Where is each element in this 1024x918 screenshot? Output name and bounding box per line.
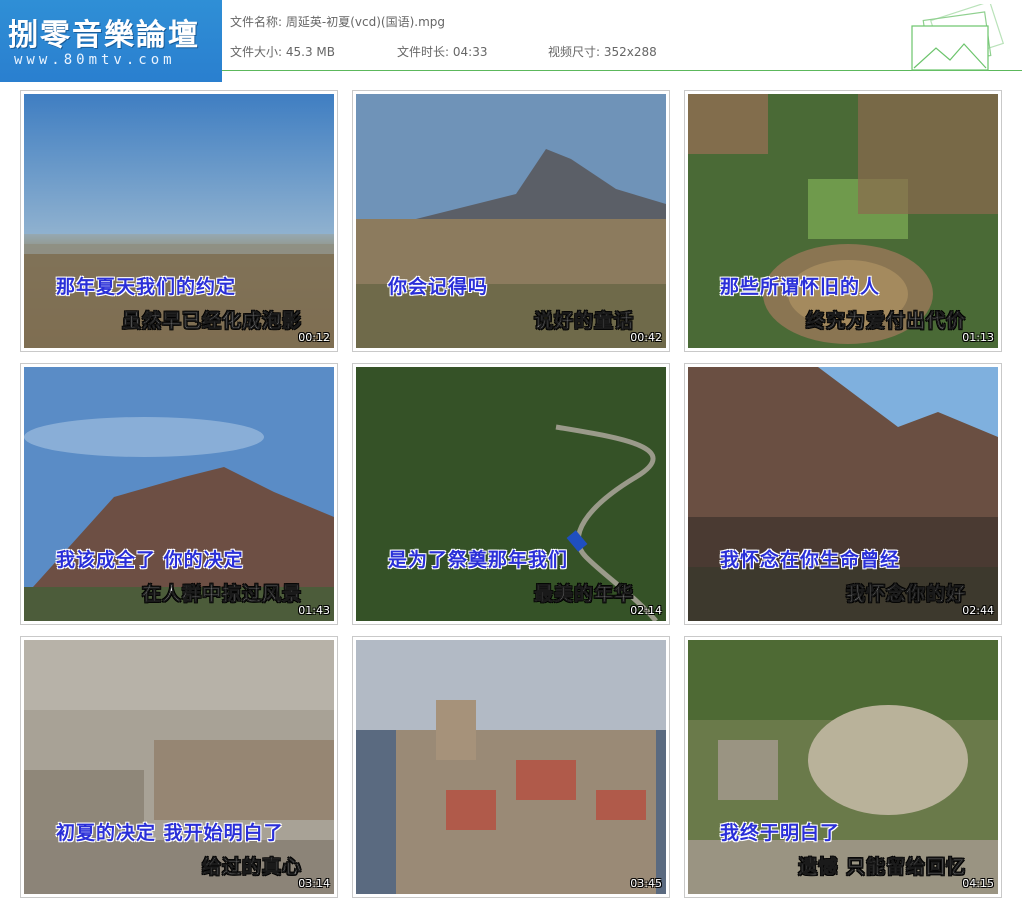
video-frame: 是为了祭奠那年我们最美的年华 02:14 bbox=[356, 367, 666, 621]
lyric-line-2: 虽然早已经化成泡影 bbox=[121, 310, 302, 333]
thumbnail[interactable]: 我终于明白了遗憾 只能留给回忆 04:15 bbox=[684, 636, 1002, 898]
thumbnail[interactable]: 初夏的决定 我开始明白了给过的真心 03:14 bbox=[20, 636, 338, 898]
lyric-line-1: 初夏的决定 我开始明白了 bbox=[56, 822, 284, 844]
lyric-line-1: 我该成全了 你的决定 bbox=[56, 549, 244, 571]
timestamp: 02:44 bbox=[962, 604, 994, 617]
video-size-row: 视频尺寸: 352x288 bbox=[548, 43, 657, 60]
video-frame: 你会记得吗说好的童话 00:42 bbox=[356, 94, 666, 348]
video-frame: 我该成全了 你的决定在人群中掠过风景 01:43 bbox=[24, 367, 334, 621]
duration-row: 文件时长: 04:33 bbox=[397, 43, 487, 60]
frame-image bbox=[356, 640, 666, 894]
lyric-line-2: 我怀念你的好 bbox=[845, 583, 966, 606]
timestamp: 01:13 bbox=[962, 331, 994, 344]
forum-logo: 捌零音樂論壇 www.80mtv.com bbox=[0, 0, 222, 82]
lyric-line-2: 在人群中掠过风景 bbox=[141, 583, 302, 606]
lyric-line-1: 你会记得吗 bbox=[388, 276, 489, 298]
thumbnail[interactable]: 你会记得吗说好的童话 00:42 bbox=[352, 90, 670, 352]
file-name-value: 周延英-初夏(vcd)(国语).mpg bbox=[285, 15, 445, 29]
file-name-label: 文件名称: bbox=[230, 15, 283, 29]
video-frame: 03:45 bbox=[356, 640, 666, 894]
lyric-line-1: 我怀念在你生命曾经 bbox=[720, 549, 901, 571]
file-name-row: 文件名称: 周延英-初夏(vcd)(国语).mpg bbox=[230, 13, 445, 30]
timestamp: 03:45 bbox=[630, 877, 662, 890]
video-size-label: 视频尺寸: bbox=[548, 45, 601, 59]
timestamp: 00:42 bbox=[630, 331, 662, 344]
thumbnail[interactable]: 是为了祭奠那年我们最美的年华 02:14 bbox=[352, 363, 670, 625]
video-frame: 那年夏天我们的约定虽然早已经化成泡影 00:12 bbox=[24, 94, 334, 348]
thumbnail[interactable]: 那年夏天我们的约定虽然早已经化成泡影 00:12 bbox=[20, 90, 338, 352]
lyric-line-2: 终究为爱付出代价 bbox=[805, 310, 966, 333]
logo-url: www.80mtv.com bbox=[14, 52, 176, 68]
thumbnail[interactable]: 那些所谓怀旧的人终究为爱付出代价 01:13 bbox=[684, 90, 1002, 352]
lyric-line-1: 那些所谓怀旧的人 bbox=[720, 276, 881, 298]
lyric-line-1: 我终于明白了 bbox=[720, 822, 841, 844]
file-size-label: 文件大小: bbox=[230, 45, 283, 59]
timestamp: 01:43 bbox=[298, 604, 330, 617]
file-size-row: 文件大小: 45.3 MB bbox=[230, 43, 335, 60]
thumbnail[interactable]: 我怀念在你生命曾经我怀念你的好 02:44 bbox=[684, 363, 1002, 625]
timestamp: 00:12 bbox=[298, 331, 330, 344]
video-frame: 那些所谓怀旧的人终究为爱付出代价 01:13 bbox=[688, 94, 998, 348]
timestamp: 03:14 bbox=[298, 877, 330, 890]
lyric-line-1: 那年夏天我们的约定 bbox=[56, 276, 237, 298]
lyric-line-2: 最美的年华 bbox=[533, 583, 634, 606]
lyric-line-2: 给过的真心 bbox=[201, 856, 302, 879]
thumbnail[interactable]: 我该成全了 你的决定在人群中掠过风景 01:43 bbox=[20, 363, 338, 625]
lyric-line-2: 遗憾 只能留给回忆 bbox=[798, 856, 966, 879]
video-frame: 初夏的决定 我开始明白了给过的真心 03:14 bbox=[24, 640, 334, 894]
timestamp: 02:14 bbox=[630, 604, 662, 617]
file-size-value: 45.3 MB bbox=[285, 45, 335, 59]
lyric-line-2: 说好的童话 bbox=[533, 310, 634, 333]
video-size-value: 352x288 bbox=[603, 45, 657, 59]
lyric-line-1: 是为了祭奠那年我们 bbox=[388, 549, 569, 571]
duration-label: 文件时长: bbox=[397, 45, 450, 59]
thumbnail[interactable]: 03:45 bbox=[352, 636, 670, 898]
video-frame: 我怀念在你生命曾经我怀念你的好 02:44 bbox=[688, 367, 998, 621]
picture-stack-icon bbox=[911, 4, 1005, 71]
video-frame: 我终于明白了遗憾 只能留给回忆 04:15 bbox=[688, 640, 998, 894]
header-divider bbox=[222, 70, 1022, 71]
timestamp: 04:15 bbox=[962, 877, 994, 890]
duration-value: 04:33 bbox=[452, 45, 488, 59]
logo-title: 捌零音樂論壇 bbox=[8, 18, 200, 53]
